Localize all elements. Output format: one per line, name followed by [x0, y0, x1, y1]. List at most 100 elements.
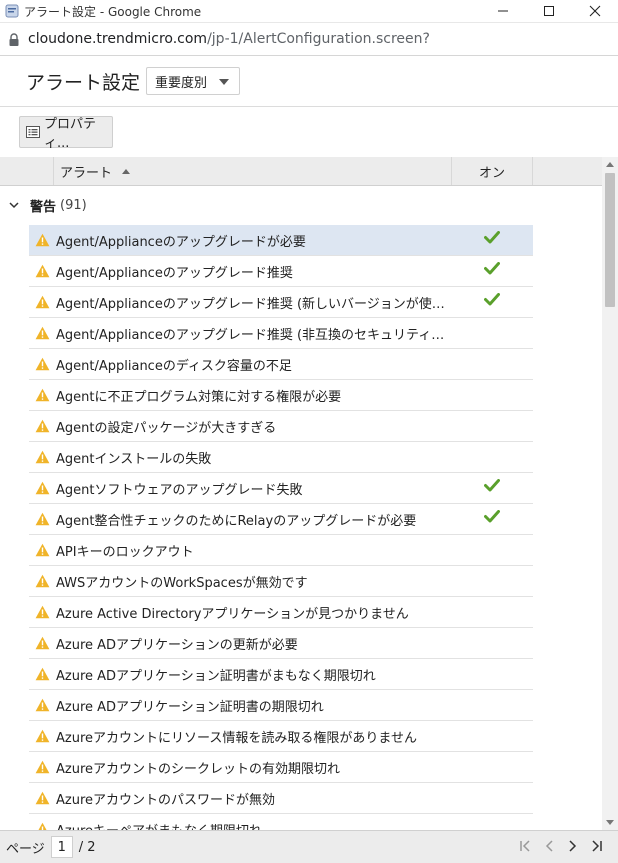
table-row[interactable]: Agentの設定パッケージが大きすぎる	[29, 411, 533, 442]
warning-icon	[35, 512, 50, 526]
next-page-icon[interactable]	[566, 837, 580, 855]
table-row[interactable]: Agent整合性チェックのためにRelayのアップグレードが必要	[29, 504, 533, 535]
alert-list: Agent/Applianceのアップグレードが必要 Agent/Applianc…	[29, 225, 533, 830]
scroll-up-arrow-icon[interactable]	[606, 162, 614, 167]
alert-name: Agent/Applianceのディスク容量の不足	[56, 358, 292, 374]
table-row[interactable]: Agentインストールの失敗	[29, 442, 533, 473]
window-title: アラート設定 - Google Chrome	[24, 4, 202, 19]
page-label: ページ	[6, 841, 45, 857]
warning-icon	[35, 450, 50, 464]
checkmark-icon	[484, 510, 500, 523]
page-number-input[interactable]: 1	[50, 836, 73, 858]
group-header-warning[interactable]: 警告 (91)	[0, 186, 602, 224]
table-row[interactable]: Azure Active Directoryアプリケーションが見つかりません	[29, 597, 533, 628]
minimize-button[interactable]	[480, 0, 526, 22]
alert-name: Azureアカウントのパスワードが無効	[56, 792, 276, 808]
column-header-alert[interactable]: アラート	[53, 157, 452, 185]
grid-header: アラート オン	[0, 157, 602, 186]
vertical-scrollbar[interactable]	[602, 157, 618, 830]
last-page-icon[interactable]	[590, 837, 604, 855]
view-select[interactable]: 重要度別	[146, 67, 240, 95]
checkmark-icon	[484, 262, 500, 275]
scrollbar-thumb[interactable]	[605, 173, 615, 307]
column-header-on[interactable]: オン	[452, 157, 533, 185]
first-page-icon[interactable]	[518, 837, 532, 855]
table-row[interactable]: Azureアカウントのシークレットの有効期限切れ	[29, 752, 533, 783]
table-row[interactable]: Agentソフトウェアのアップグレード失敗	[29, 473, 533, 504]
table-row[interactable]: Azure ADアプリケーション証明書がまもなく期限切れ	[29, 659, 533, 690]
table-row[interactable]: Agent/Applianceのアップグレード推奨 (新しいバージョンが使用可能…	[29, 287, 533, 318]
column-header-alert-label: アラート	[60, 165, 113, 181]
lock-icon	[8, 32, 20, 46]
alert-name: Agentインストールの失敗	[56, 451, 212, 467]
table-row[interactable]: Agent/Applianceのアップグレードが必要	[29, 225, 533, 256]
warning-icon	[35, 388, 50, 402]
warning-icon	[35, 760, 50, 774]
scroll-down-arrow-icon[interactable]	[606, 820, 614, 825]
properties-icon	[26, 126, 40, 138]
warning-icon	[35, 419, 50, 433]
warning-icon	[35, 667, 50, 681]
warning-icon	[35, 605, 50, 619]
checkmark-icon	[484, 293, 500, 306]
warning-icon	[35, 574, 50, 588]
table-row[interactable]: Agent/Applianceのアップグレード推奨 (非互換のセキュリティアップ…	[29, 318, 533, 349]
page-title: アラート設定	[26, 72, 141, 94]
pager-nav	[518, 837, 604, 855]
alert-name: Agent/Applianceのアップグレード推奨 (非互換のセキュリティアップ…	[56, 327, 446, 343]
view-select-value: 重要度別	[155, 75, 208, 91]
page-header: アラート設定 重要度別	[0, 56, 618, 107]
alert-name: Agentに不正プログラム対策に対する権限が必要	[56, 389, 342, 405]
alert-name: Azure Active Directoryアプリケーションが見つかりません	[56, 606, 409, 622]
alert-name: APIキーのロックアウト	[56, 544, 194, 560]
warning-icon	[35, 822, 50, 830]
warning-icon	[35, 636, 50, 650]
column-header-on-label: オン	[478, 165, 505, 181]
table-row[interactable]: Azureキーペアがまもなく期限切れ	[29, 814, 533, 830]
caret-down-icon	[219, 79, 229, 85]
group-name: 警告	[30, 199, 57, 215]
alert-name: Azure ADアプリケーション証明書がまもなく期限切れ	[56, 668, 376, 684]
properties-button[interactable]: プロパティ...	[19, 116, 113, 151]
alert-name: Azure ADアプリケーションの更新が必要	[56, 637, 298, 653]
close-button[interactable]	[572, 0, 618, 22]
warning-icon	[35, 481, 50, 495]
checkmark-icon	[484, 231, 500, 244]
table-row[interactable]: Agentに不正プログラム対策に対する権限が必要	[29, 380, 533, 411]
app-icon	[5, 4, 19, 18]
warning-icon	[35, 264, 50, 278]
url-text[interactable]: cloudone.trendmicro.com/jp-1/AlertConfig…	[28, 31, 430, 47]
table-row[interactable]: Azureアカウントのパスワードが無効	[29, 783, 533, 814]
table-row[interactable]: Azureアカウントにリソース情報を読み取る権限がありません	[29, 721, 533, 752]
alert-name: Agentソフトウェアのアップグレード失敗	[56, 482, 303, 498]
table-row[interactable]: Agent/Applianceのディスク容量の不足	[29, 349, 533, 380]
alert-name: Azureアカウントのシークレットの有効期限切れ	[56, 761, 341, 777]
group-count: (91)	[60, 197, 87, 213]
maximize-button[interactable]	[526, 0, 572, 22]
warning-icon	[35, 357, 50, 371]
properties-label: プロパティ...	[44, 117, 97, 151]
alert-name: Agentの設定パッケージが大きすぎる	[56, 420, 277, 436]
alert-name: Azureキーペアがまもなく期限切れ	[56, 820, 446, 831]
alert-name: Azure ADアプリケーション証明書の期限切れ	[56, 699, 324, 715]
page-total: / 2	[78, 839, 96, 855]
alert-name: AWSアカウントのWorkSpacesが無効です	[56, 575, 308, 591]
table-row[interactable]: AWSアカウントのWorkSpacesが無効です	[29, 566, 533, 597]
grid-body: 警告 (91) Agent/Applianceのアップグレードが必要 Agent/…	[0, 186, 602, 830]
table-row[interactable]: Azure ADアプリケーション証明書の期限切れ	[29, 690, 533, 721]
warning-icon	[35, 791, 50, 805]
warning-icon	[35, 698, 50, 712]
warning-icon	[35, 326, 50, 340]
window-titlebar: アラート設定 - Google Chrome	[0, 0, 618, 23]
pager-footer: ページ 1 / 2	[0, 830, 618, 863]
sort-ascending-icon	[122, 168, 131, 174]
chevron-down-icon[interactable]	[9, 201, 19, 209]
alert-name: Agent/Applianceのアップグレード推奨	[56, 265, 293, 281]
address-bar[interactable]: cloudone.trendmicro.com/jp-1/AlertConfig…	[0, 23, 618, 56]
alert-name: Agent/Applianceのアップグレードが必要	[56, 234, 306, 250]
table-row[interactable]: Agent/Applianceのアップグレード推奨	[29, 256, 533, 287]
warning-icon	[35, 729, 50, 743]
table-row[interactable]: APIキーのロックアウト	[29, 535, 533, 566]
previous-page-icon[interactable]	[542, 837, 556, 855]
table-row[interactable]: Azure ADアプリケーションの更新が必要	[29, 628, 533, 659]
